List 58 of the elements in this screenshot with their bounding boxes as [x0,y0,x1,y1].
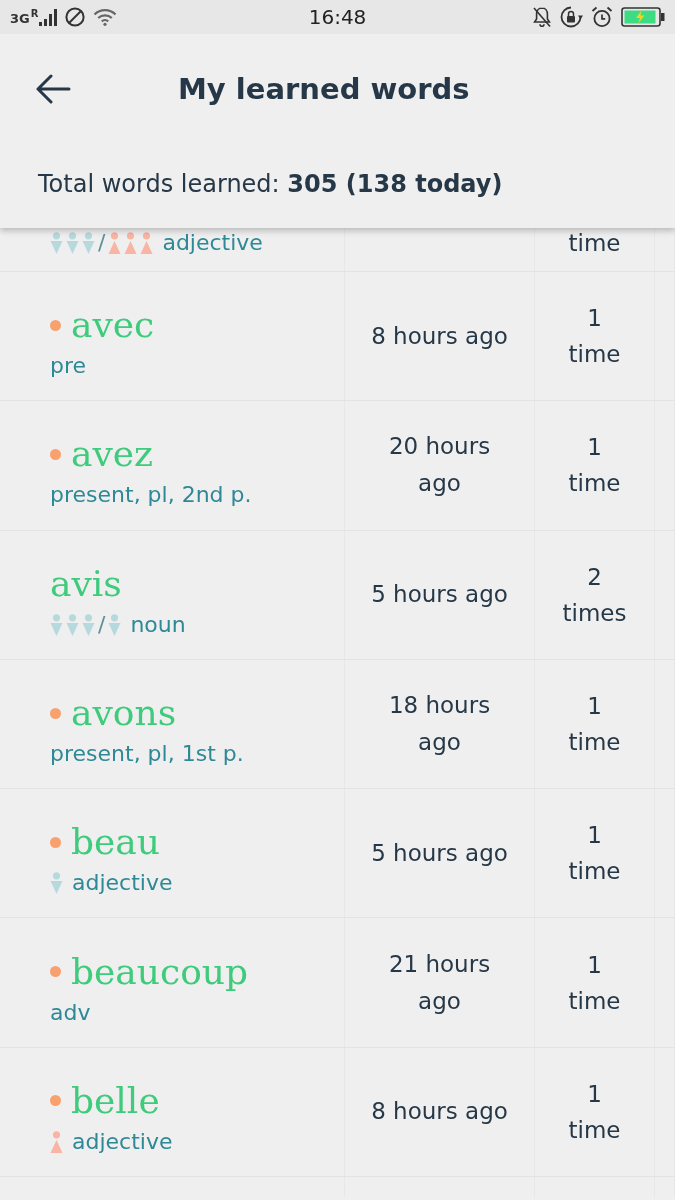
grammar-text: adjective [72,869,173,898]
last-seen-text: 21 hours ago [387,949,492,1016]
word-text: avez [71,432,154,477]
grammar-text: noun [130,610,186,639]
roaming-indicator-text: R [30,8,39,19]
rotation-lock-icon [560,6,583,28]
review-count-text: 1 time [567,433,622,499]
woman-figure-icon [50,1130,63,1153]
review-count-text: 1 time [567,821,622,887]
battery-charging-icon [621,7,665,27]
review-count-text: 1 time [567,304,622,370]
network-type-text: 3G [10,11,30,26]
separator-slash: / [98,610,106,639]
woman-figure-icon [140,232,154,254]
word-text: belle [71,1078,160,1123]
separator-slash: / [98,229,106,257]
word-text: avons [71,691,177,736]
grammar-text: present, pl, 1st p. [50,740,244,769]
woman-figure-icon [124,232,138,254]
man-figure-icon [66,613,79,636]
man-figure-icon [50,613,63,636]
summary-text: Total words learned: 305 (138 today) [38,169,503,200]
prohibited-icon [65,7,86,27]
grammar-text: adv [50,998,91,1027]
wifi-icon [93,8,118,26]
review-count-text: 1 time [567,1079,622,1145]
review-count-text: 1 time [567,950,622,1016]
clock-text: 16:48 [308,5,367,29]
page-title: My learned words [178,71,470,108]
review-count-text: 2 times [561,562,628,628]
grammar-text: adjective [162,229,263,257]
last-seen-text: 18 hours ago [387,691,492,758]
man-figure-icon [66,232,79,254]
man-figure-icon [108,613,122,636]
back-button[interactable] [35,74,71,104]
review-count-text: 1 time [567,692,622,758]
woman-figure-icon [108,232,122,254]
word-text: beaucoup [71,949,249,994]
man-figure-icon [50,232,63,254]
man-figure-icon [82,613,95,636]
grammar-text: pre [50,352,87,381]
last-seen-text: 8 hours ago [371,321,508,351]
alarm-clock-icon [591,6,613,28]
signal-bars-icon [39,8,58,26]
man-figure-icon [82,232,95,254]
last-seen-text: 5 hours ago [371,838,508,868]
back-arrow-icon [35,74,71,104]
review-count-text: time [568,229,621,258]
word-text: avis [50,561,122,606]
grammar-text: present, pl, 2nd p. [50,481,252,510]
last-seen-text: 8 hours ago [371,1097,508,1127]
muted-bell-icon [532,6,552,28]
last-seen-text: 5 hours ago [371,580,508,610]
word-text: avec [71,303,155,348]
grammar-text: adjective [72,1127,173,1156]
word-text: beau [71,820,160,865]
man-figure-icon [50,872,63,895]
last-seen-text: 20 hours ago [387,432,492,499]
